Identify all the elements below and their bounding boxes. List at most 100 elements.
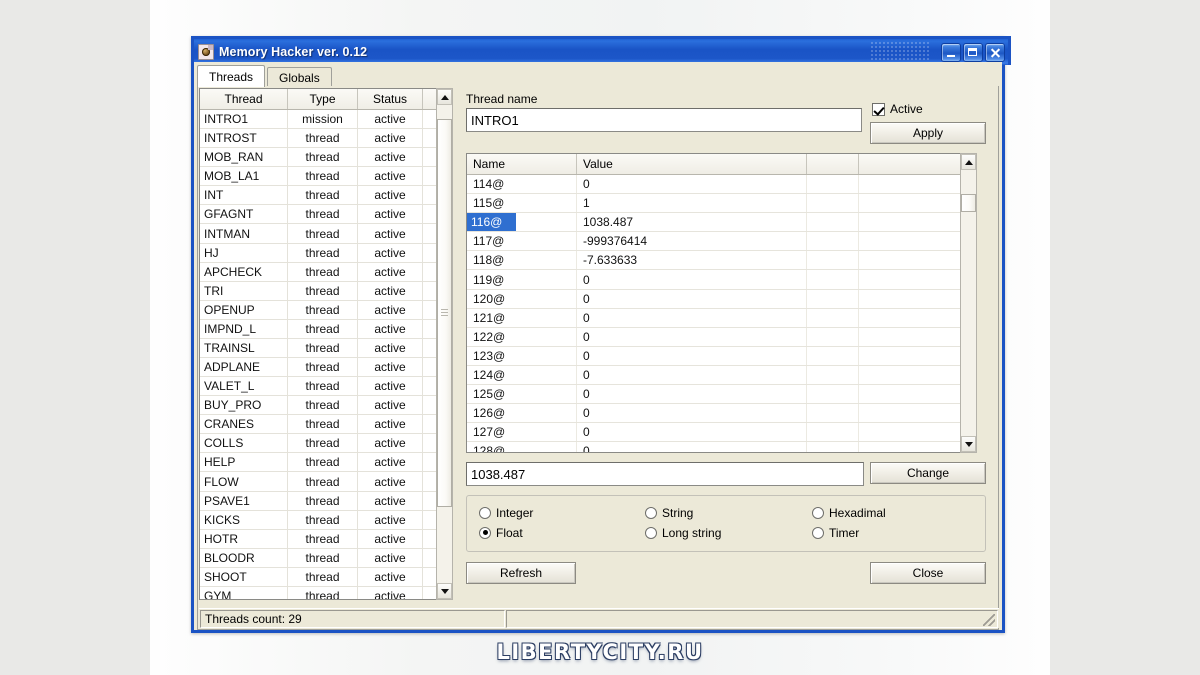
radio-float-icon[interactable] xyxy=(479,526,491,539)
column-header-extra-2[interactable] xyxy=(859,154,965,174)
table-row[interactable]: GFAGNT thread active xyxy=(200,205,445,225)
table-row[interactable]: TRAINSL thread active xyxy=(200,338,445,359)
column-header-name[interactable]: Name xyxy=(467,154,577,174)
list-item[interactable]: 118@ -7.633633 xyxy=(467,251,965,271)
thread-list[interactable]: Thread Type Status INTRO1 mission active IN… xyxy=(199,88,446,600)
list-item[interactable]: 114@ 0 xyxy=(467,175,965,195)
table-row[interactable]: KICKS thread active xyxy=(200,510,445,530)
list-item[interactable]: 119@ 0 xyxy=(467,270,965,290)
thread-type-cell: mission xyxy=(288,110,358,129)
tab-threads[interactable]: Threads xyxy=(197,65,266,87)
variables-grid[interactable]: Name Value 114@ 0 115@ 1 116@ 1038.487 117@ -99… xyxy=(466,153,966,453)
grid-scroll-thumb[interactable] xyxy=(961,194,976,212)
table-row[interactable]: FLOW thread active xyxy=(200,472,445,492)
radio-integer[interactable]: Integer xyxy=(479,505,533,520)
radio-float[interactable]: Float xyxy=(479,525,533,540)
grid-scroll-down-icon[interactable] xyxy=(961,436,976,452)
table-row[interactable]: CRANES thread active xyxy=(200,415,445,435)
radio-timer[interactable]: Timer xyxy=(812,525,886,540)
radio-long-string[interactable]: Long string xyxy=(645,525,721,540)
column-header-thread[interactable]: Thread xyxy=(200,89,288,109)
variable-name-cell: 118@ xyxy=(467,251,577,270)
table-row[interactable]: ADPLANE thread active xyxy=(200,358,445,378)
table-row[interactable]: HELP thread active xyxy=(200,453,445,473)
variable-name-cell: 116@ xyxy=(467,213,577,232)
tab-globals[interactable]: Globals xyxy=(267,67,332,87)
thread-type-cell: thread xyxy=(288,281,358,300)
minimize-icon[interactable] xyxy=(941,42,961,62)
list-item[interactable]: 123@ 0 xyxy=(467,346,965,366)
column-header-type[interactable]: Type xyxy=(288,89,358,109)
list-item[interactable]: 115@ 1 xyxy=(467,194,965,214)
thread-scroll-thumb[interactable] xyxy=(437,119,452,507)
thread-list-scrollbar[interactable] xyxy=(436,88,453,600)
thread-name-cell: CRANES xyxy=(200,415,288,434)
list-item[interactable]: 127@ 0 xyxy=(467,423,965,443)
close-icon[interactable] xyxy=(985,42,1005,62)
list-item[interactable]: 121@ 0 xyxy=(467,308,965,328)
radio-string[interactable]: String xyxy=(645,505,721,520)
close-button[interactable]: Close xyxy=(870,562,986,584)
radio-long-string-icon[interactable] xyxy=(645,526,657,539)
checkbox-check-icon[interactable] xyxy=(872,102,885,116)
resize-grip-icon[interactable] xyxy=(983,614,995,626)
radio-hexadimal[interactable]: Hexadimal xyxy=(812,505,886,520)
thread-status-cell: active xyxy=(358,148,423,167)
radio-integer-icon[interactable] xyxy=(479,506,491,519)
change-button[interactable]: Change xyxy=(870,462,986,484)
list-item[interactable]: 122@ 0 xyxy=(467,327,965,347)
apply-button[interactable]: Apply xyxy=(870,122,986,144)
refresh-button[interactable]: Refresh xyxy=(466,562,576,584)
scroll-down-icon[interactable] xyxy=(437,583,452,599)
radio-hexadimal-icon[interactable] xyxy=(812,506,824,519)
window-titlebar[interactable]: Memory Hacker ver. 0.12 xyxy=(191,36,1011,65)
table-row[interactable]: MOB_RAN thread active xyxy=(200,148,445,168)
variables-grid-scrollbar[interactable] xyxy=(960,153,977,453)
table-row[interactable]: SHOOT thread active xyxy=(200,567,445,587)
table-row[interactable]: HJ thread active xyxy=(200,243,445,263)
table-row[interactable]: OPENUP thread active xyxy=(200,300,445,320)
maximize-icon[interactable] xyxy=(963,42,983,62)
variable-value-cell: 0 xyxy=(577,175,807,194)
list-item[interactable]: 117@ -999376414 xyxy=(467,232,965,252)
table-row[interactable]: MOB_LA1 thread active xyxy=(200,167,445,187)
page-margin-right xyxy=(1050,0,1200,675)
table-row[interactable]: INT thread active xyxy=(200,186,445,206)
thread-status-cell: active xyxy=(358,300,423,319)
list-item[interactable]: 116@ 1038.487 xyxy=(467,213,965,233)
grid-scroll-track[interactable] xyxy=(961,170,976,436)
value-input[interactable]: 1038.487 xyxy=(466,462,864,486)
table-row[interactable]: INTRO1 mission active xyxy=(200,110,445,130)
thread-status-cell: active xyxy=(358,224,423,243)
active-checkbox[interactable]: Active xyxy=(872,102,923,116)
table-row[interactable]: COLLS thread active xyxy=(200,434,445,454)
table-row[interactable]: TRI thread active xyxy=(200,281,445,301)
list-item[interactable]: 120@ 0 xyxy=(467,289,965,309)
table-row[interactable]: BUY_PRO thread active xyxy=(200,396,445,416)
radio-string-icon[interactable] xyxy=(645,506,657,519)
table-row[interactable]: PSAVE1 thread active xyxy=(200,491,445,511)
table-row[interactable]: INTMAN thread active xyxy=(200,224,445,244)
list-item[interactable]: 128@ 0 xyxy=(467,442,965,452)
table-row[interactable]: HOTR thread active xyxy=(200,529,445,549)
table-row[interactable]: BLOODR thread active xyxy=(200,548,445,568)
radio-long-string-label: Long string xyxy=(662,525,722,540)
column-header-status[interactable]: Status xyxy=(358,89,423,109)
table-row[interactable]: GYM thread active xyxy=(200,586,445,599)
variable-value-cell: 0 xyxy=(577,442,807,452)
radio-timer-icon[interactable] xyxy=(812,526,824,539)
thread-name-input[interactable]: INTRO1 xyxy=(466,108,862,132)
table-row[interactable]: IMPND_L thread active xyxy=(200,319,445,339)
thread-scroll-track[interactable] xyxy=(437,105,452,583)
scroll-up-icon[interactable] xyxy=(437,89,452,105)
table-row[interactable]: APCHECK thread active xyxy=(200,262,445,282)
grid-scroll-up-icon[interactable] xyxy=(961,154,976,170)
table-row[interactable]: VALET_L thread active xyxy=(200,377,445,397)
list-item[interactable]: 124@ 0 xyxy=(467,365,965,386)
table-row[interactable]: INTROST thread active xyxy=(200,129,445,149)
list-item[interactable]: 125@ 0 xyxy=(467,385,965,405)
variable-name-cell: 124@ xyxy=(467,365,577,385)
column-header-value[interactable]: Value xyxy=(577,154,807,174)
list-item[interactable]: 126@ 0 xyxy=(467,404,965,424)
column-header-extra-1[interactable] xyxy=(807,154,859,174)
